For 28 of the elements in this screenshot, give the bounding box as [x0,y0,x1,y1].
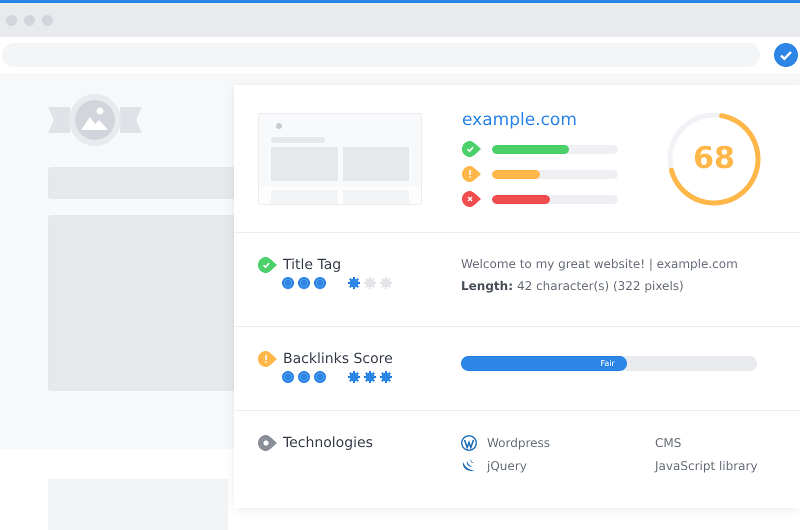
gear-icon [364,371,376,383]
technology-category: JavaScript library [655,459,759,473]
target-icon [298,371,310,383]
check-button-icon[interactable] [774,43,798,67]
target-icon [298,277,310,289]
gear-icon [348,371,360,383]
gear-icon [380,371,392,383]
target-icon [314,277,326,289]
title-text: Welcome to my great website! | example.com [461,257,739,271]
wordpress-logo-icon [461,435,477,451]
technology-category: CMS [655,436,682,450]
score-value: 68 [692,140,736,178]
jquery-logo-icon [461,458,477,474]
section-title: Technologies [283,435,373,451]
gear-icon [348,277,360,289]
length-text: Length: 42 character(s) (322 pixels) [461,279,685,293]
target-icon [282,371,294,383]
gear-icon [364,277,376,289]
section-title: Title Tag [283,257,342,273]
bar-fill: Fair [461,356,627,371]
technology-name: jQuery [487,459,527,473]
site-domain[interactable]: example.com [462,110,618,130]
section-title: Backlinks Score [283,351,393,367]
target-icon [282,277,294,289]
target-icon [314,371,326,383]
gear-icon [380,277,392,289]
technology-name: Wordpress [487,436,550,450]
image-badge-icon [48,93,142,147]
